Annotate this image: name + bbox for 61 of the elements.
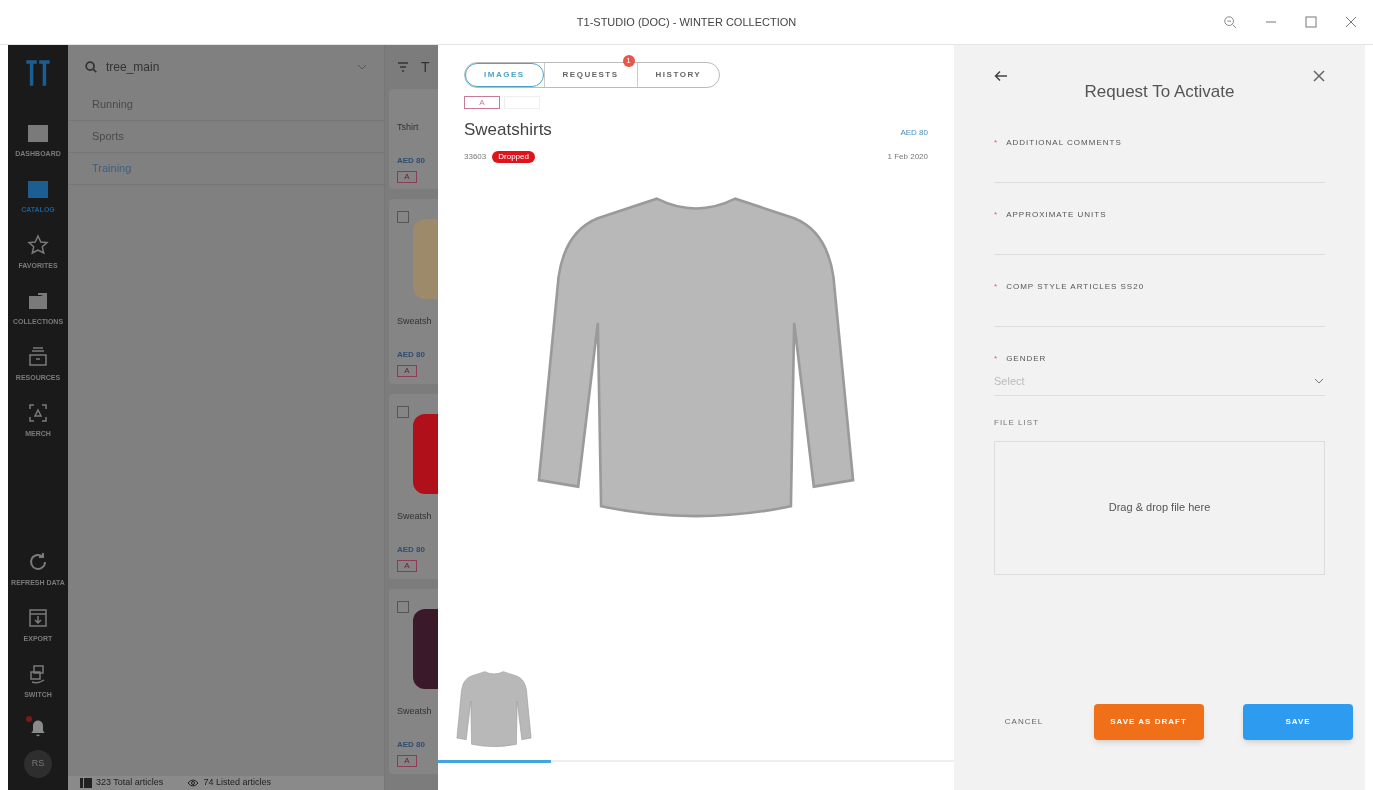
checkbox[interactable] xyxy=(397,406,409,418)
required-mark: * xyxy=(994,352,999,365)
article-card[interactable]: Sweatsh AED 80 A xyxy=(389,394,438,579)
article-number: 33603 xyxy=(464,150,487,163)
article-name: Tshirt xyxy=(397,121,420,134)
cancel-button[interactable]: CANCEL xyxy=(994,704,1054,740)
variant-tag: A xyxy=(397,754,417,767)
save-draft-button[interactable]: SAVE AS DRAFT xyxy=(1093,704,1204,740)
logo-icon xyxy=(24,57,52,89)
field-label: ADDITIONAL COMMENTS xyxy=(1006,136,1122,149)
variant-chip[interactable]: A xyxy=(464,96,500,109)
required-mark: * xyxy=(994,136,999,149)
product-price: AED 80 xyxy=(900,126,928,139)
field-label: APPROXIMATE UNITS xyxy=(1006,208,1107,221)
variant-tag: A xyxy=(397,559,417,572)
field-label: COMP STYLE ARTICLES SS20 xyxy=(1006,280,1145,293)
archive-icon xyxy=(26,345,50,369)
variant-tag: A xyxy=(397,170,417,183)
article-price: AED 80 xyxy=(397,154,426,167)
checkbox[interactable] xyxy=(397,211,409,223)
search-icon xyxy=(84,60,98,74)
checkbox[interactable] xyxy=(397,601,409,613)
required-mark: * xyxy=(994,280,999,293)
grid-icon xyxy=(80,778,92,788)
article-card[interactable]: Tshirt AED 80 A xyxy=(389,89,438,189)
close-icon[interactable] xyxy=(1313,70,1325,82)
close-icon[interactable] xyxy=(1345,16,1357,28)
scan-icon xyxy=(26,401,50,425)
required-mark: * xyxy=(994,208,999,221)
article-name: Sweatsh xyxy=(397,315,433,328)
article-price: AED 80 xyxy=(397,543,426,556)
field-label: GENDER xyxy=(1006,352,1047,365)
form-title: Request To Activate xyxy=(1083,81,1236,103)
file-dropzone[interactable]: Drag & drop file here xyxy=(994,440,1325,575)
article-price: AED 80 xyxy=(397,348,426,361)
article-name: Sweatsh xyxy=(397,705,433,718)
save-button[interactable]: SAVE xyxy=(1243,704,1353,740)
listed-articles-count: 74 Listed articles xyxy=(203,776,271,790)
user-avatar[interactable]: RS xyxy=(24,750,52,778)
sort-icon[interactable] xyxy=(397,61,409,73)
article-card[interactable]: Sweatsh AED 80 A xyxy=(389,199,438,384)
article-name: Sweatsh xyxy=(397,510,433,523)
window-title: T1-STUDIO (DOC) - WINTER COLLECTION xyxy=(576,14,797,30)
status-badge: Dropped xyxy=(492,150,535,163)
file-list-label: FILE LIST xyxy=(994,416,1040,429)
list-header: T xyxy=(421,57,430,77)
star-icon xyxy=(26,233,50,257)
zoom-icon[interactable] xyxy=(1223,15,1237,29)
article-card[interactable]: Sweatsh AED 80 A xyxy=(389,589,438,774)
article-price: AED 80 xyxy=(397,738,426,751)
product-date: 1 Feb 2020 xyxy=(887,150,928,163)
variant-tag: A xyxy=(397,364,417,377)
tree-search-field[interactable]: tree_main xyxy=(68,45,384,89)
tab-badge: 1 xyxy=(622,55,635,67)
eye-icon xyxy=(187,778,200,788)
tab[interactable]: HISTORY xyxy=(636,63,720,87)
total-articles-count: 323 Total articles xyxy=(96,776,164,790)
export-icon xyxy=(26,606,50,630)
maximize-icon[interactable] xyxy=(1305,16,1317,28)
back-arrow-icon[interactable] xyxy=(994,69,1008,83)
product-title: Sweatshirts xyxy=(464,119,552,141)
